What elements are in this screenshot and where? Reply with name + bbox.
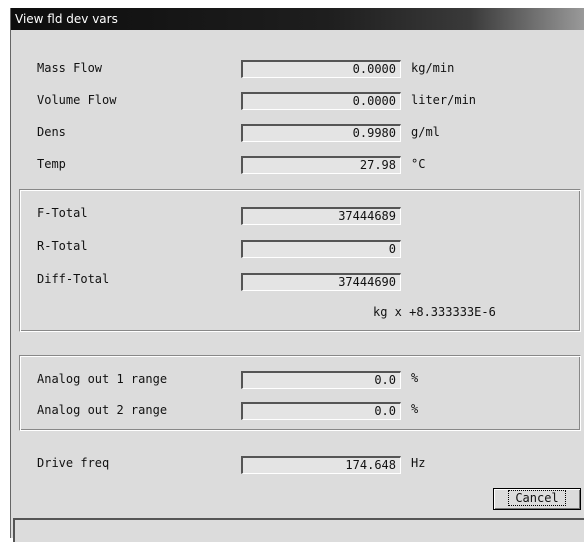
analog-out-1-unit: % <box>411 371 419 385</box>
drive-freq-unit: Hz <box>411 456 426 470</box>
density-label: Dens <box>37 125 66 139</box>
view-fld-dev-vars-dialog: View fld dev vars Mass Flow 0.0000 kg/mi… <box>10 8 584 542</box>
volume-flow-value: 0.0000 <box>241 92 401 110</box>
mass-flow-unit: kg/min <box>411 61 455 75</box>
analog-out-2-value: 0.0 <box>241 402 401 420</box>
diff-total-label: Diff-Total <box>37 272 110 286</box>
status-bar <box>13 518 584 542</box>
r-total-label: R-Total <box>37 239 88 253</box>
temp-label: Temp <box>37 157 66 171</box>
drive-freq-label: Drive freq <box>37 456 110 470</box>
analog-out-2-label: Analog out 2 range <box>37 403 168 417</box>
temp-unit: °C <box>411 157 426 171</box>
r-total-value: 0 <box>241 240 401 258</box>
analog-out-1-label: Analog out 1 range <box>37 372 168 386</box>
analog-out-2-unit: % <box>411 402 419 416</box>
f-total-value: 37444689 <box>241 207 401 225</box>
volume-flow-unit: liter/min <box>411 93 477 107</box>
window-title: View fld dev vars <box>15 12 118 26</box>
cancel-button[interactable]: Cancel <box>493 488 581 510</box>
f-total-label: F-Total <box>37 206 88 220</box>
density-value: 0.9980 <box>241 124 401 142</box>
analog-out-1-value: 0.0 <box>241 371 401 389</box>
diff-total-value: 37444690 <box>241 273 401 291</box>
cancel-button-label: Cancel <box>508 490 566 506</box>
drive-freq-value: 174.648 <box>241 456 401 474</box>
density-unit: g/ml <box>411 125 440 139</box>
volume-flow-label: Volume Flow <box>37 93 117 107</box>
temp-value: 27.98 <box>241 156 401 174</box>
title-bar: View fld dev vars <box>11 8 584 30</box>
mass-flow-label: Mass Flow <box>37 61 103 75</box>
mass-flow-value: 0.0000 <box>241 60 401 78</box>
total-scale-factor: kg x +8.333333E-6 <box>373 305 496 319</box>
